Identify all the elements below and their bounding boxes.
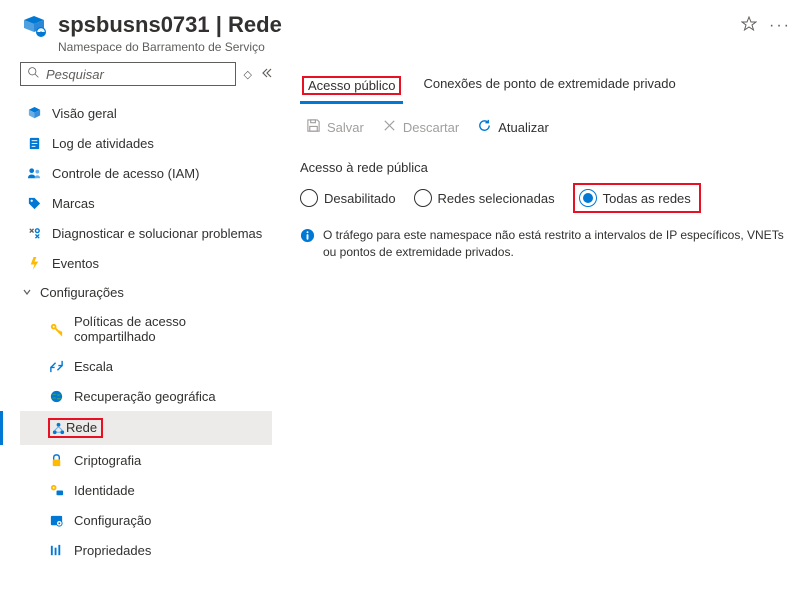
nav-encryption[interactable]: Criptografia xyxy=(20,445,272,475)
nav-label: Recuperação geográfica xyxy=(74,389,216,404)
overview-icon xyxy=(26,105,42,121)
discard-button: Descartar xyxy=(382,118,459,136)
button-label: Descartar xyxy=(403,120,459,135)
favorite-star-icon[interactable] xyxy=(741,16,757,35)
search-input[interactable] xyxy=(46,67,229,82)
lock-icon xyxy=(48,452,64,468)
search-icon xyxy=(27,66,40,82)
nav-shared-access[interactable]: Políticas de acesso compartilhado xyxy=(20,307,272,351)
tab-label: Conexões de ponto de extremidade privado xyxy=(423,76,675,91)
public-access-radio-group: Desabilitado Redes selecionadas Todas as… xyxy=(300,183,791,213)
nav-label: Políticas de acesso compartilhado xyxy=(74,314,266,344)
tab-bar: Acesso público Conexões de ponto de extr… xyxy=(300,72,791,104)
nav-properties[interactable]: Propriedades xyxy=(20,535,272,565)
nav-group-label: Configurações xyxy=(40,285,124,300)
search-box[interactable] xyxy=(20,62,236,86)
network-icon xyxy=(50,420,66,436)
nav-label: Configuração xyxy=(74,513,151,528)
page-header: spsbusns0731 | Rede Namespace do Barrame… xyxy=(0,0,811,62)
nav-network[interactable]: Rede xyxy=(20,411,272,445)
sidebar: ◇ Visão geral Log de atividades Controle… xyxy=(0,62,280,608)
nav-geo-recovery[interactable]: Recuperação geográfica xyxy=(20,381,272,411)
nav-diagnose[interactable]: Diagnosticar e solucionar problemas xyxy=(20,218,272,248)
refresh-icon xyxy=(477,118,492,136)
nav-overview[interactable]: Visão geral xyxy=(20,98,272,128)
toolbar: Salvar Descartar Atualizar xyxy=(306,118,791,136)
log-icon xyxy=(26,135,42,151)
nav-configuration[interactable]: Configuração xyxy=(20,505,272,535)
radio-label: Desabilitado xyxy=(324,191,396,206)
tab-private-endpoints[interactable]: Conexões de ponto de extremidade privado xyxy=(421,72,677,104)
button-label: Salvar xyxy=(327,120,364,135)
scale-icon xyxy=(48,358,64,374)
main-content: Acesso público Conexões de ponto de extr… xyxy=(280,62,811,608)
config-icon xyxy=(48,512,64,528)
nav-events[interactable]: Eventos xyxy=(20,248,272,278)
key-icon xyxy=(48,321,64,337)
radio-selected-networks[interactable]: Redes selecionadas xyxy=(414,189,555,207)
info-icon xyxy=(300,228,315,248)
save-icon xyxy=(306,118,321,136)
events-icon xyxy=(26,255,42,271)
radio-icon xyxy=(300,189,318,207)
nav-label: Criptografia xyxy=(74,453,141,468)
info-text: O tráfego para este namespace não está r… xyxy=(323,227,791,261)
iam-icon xyxy=(26,165,42,181)
radio-icon xyxy=(579,189,597,207)
radio-disabled[interactable]: Desabilitado xyxy=(300,189,396,207)
refresh-button[interactable]: Atualizar xyxy=(477,118,549,136)
button-label: Atualizar xyxy=(498,120,549,135)
radio-label: Todas as redes xyxy=(603,191,691,206)
section-label: Acesso à rede pública xyxy=(300,160,791,175)
tab-label: Acesso público xyxy=(302,76,401,95)
tab-public-access[interactable]: Acesso público xyxy=(300,72,403,104)
nav-label: Eventos xyxy=(52,256,99,271)
nav-scale[interactable]: Escala xyxy=(20,351,272,381)
nav-label: Propriedades xyxy=(74,543,151,558)
nav-activity-log[interactable]: Log de atividades xyxy=(20,128,272,158)
nav-label: Controle de acesso (IAM) xyxy=(52,166,199,181)
radio-all-networks[interactable]: Todas as redes xyxy=(573,183,701,213)
page-subtitle: Namespace do Barramento de Serviço xyxy=(58,40,731,54)
nav-label: Escala xyxy=(74,359,113,374)
radio-label: Redes selecionadas xyxy=(438,191,555,206)
page-title: spsbusns0731 | Rede xyxy=(58,12,731,38)
radio-icon xyxy=(414,189,432,207)
globe-icon xyxy=(48,388,64,404)
nav-group-settings[interactable]: Configurações xyxy=(20,278,272,307)
servicebus-icon xyxy=(20,12,48,43)
tag-icon xyxy=(26,195,42,211)
nav-iam[interactable]: Controle de acesso (IAM) xyxy=(20,158,272,188)
nav-identity[interactable]: Identidade xyxy=(20,475,272,505)
nav-label: Rede xyxy=(66,420,97,436)
nav-tags[interactable]: Marcas xyxy=(20,188,272,218)
save-button: Salvar xyxy=(306,118,364,136)
sidebar-settings-icon[interactable]: ◇ xyxy=(244,68,252,81)
nav-label: Marcas xyxy=(52,196,95,211)
properties-icon xyxy=(48,542,64,558)
collapse-sidebar-icon[interactable] xyxy=(260,67,272,82)
diagnose-icon xyxy=(26,225,42,241)
nav-label: Diagnosticar e solucionar problemas xyxy=(52,226,262,241)
chevron-down-icon xyxy=(22,285,32,300)
nav-label: Log de atividades xyxy=(52,136,154,151)
nav-label: Identidade xyxy=(74,483,135,498)
more-icon[interactable]: ··· xyxy=(769,17,791,35)
identity-icon xyxy=(48,482,64,498)
info-message: O tráfego para este namespace não está r… xyxy=(300,227,791,261)
nav-label: Visão geral xyxy=(52,106,117,121)
discard-icon xyxy=(382,118,397,136)
